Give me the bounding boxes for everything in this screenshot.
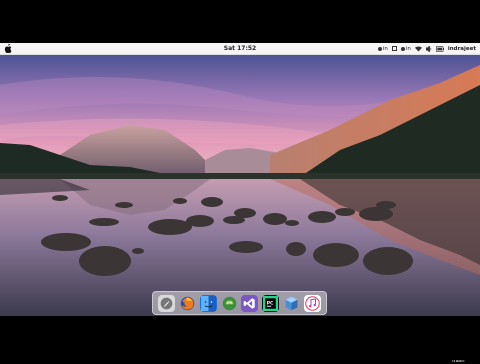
battery-icon[interactable] xyxy=(435,45,444,52)
itunes-icon[interactable] xyxy=(304,294,322,312)
keyboard-layout-1[interactable]: in xyxy=(377,45,388,52)
android-studio-icon[interactable] xyxy=(221,295,238,312)
letterbox-bottom xyxy=(0,316,480,360)
pycharm-icon[interactable]: PC xyxy=(262,294,280,312)
kb-layout-1-label: in xyxy=(382,45,388,52)
kb-layout-2-label: in xyxy=(405,45,411,52)
desktop[interactable]: Trash xyxy=(0,55,480,364)
screen: Sat 17:52 in in indrajeet Trash PC xyxy=(0,0,480,364)
firefox-icon[interactable] xyxy=(179,295,196,312)
system-tray: in in indrajeet xyxy=(377,44,476,53)
keyboard-layout-2[interactable]: in xyxy=(400,45,411,52)
launcher-icon[interactable] xyxy=(157,294,175,312)
virtualbox-icon[interactable] xyxy=(283,295,300,312)
display-icon[interactable] xyxy=(391,46,397,51)
wifi-icon[interactable] xyxy=(414,45,422,52)
dock: PC xyxy=(152,291,327,315)
record-icon xyxy=(377,46,382,51)
visual-studio-icon[interactable] xyxy=(241,294,259,312)
volume-icon[interactable] xyxy=(425,45,432,52)
finder-icon[interactable] xyxy=(199,294,217,312)
svg-text:PC: PC xyxy=(267,300,274,306)
letterbox-top xyxy=(0,0,480,43)
top-menu-bar: Sat 17:52 in in indrajeet xyxy=(0,43,480,55)
username-label[interactable]: indrajeet xyxy=(448,46,476,52)
record-icon-2 xyxy=(400,46,405,51)
wallpaper-image xyxy=(0,55,480,316)
